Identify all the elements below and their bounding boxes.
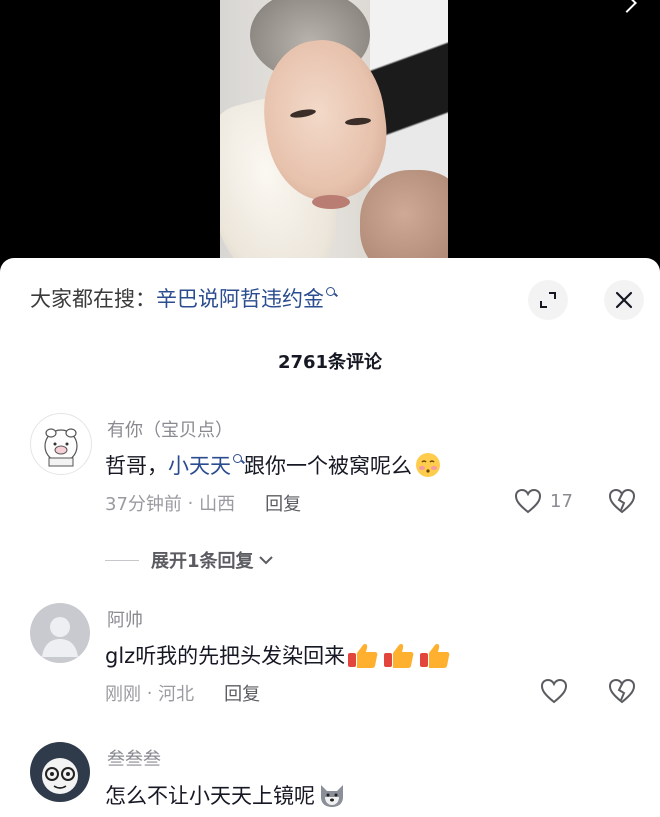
search-icon — [233, 453, 244, 465]
dog-face-emoji-icon — [317, 781, 347, 809]
dislike-button[interactable] — [608, 678, 636, 708]
expand-icon — [540, 292, 556, 308]
like-count: 17 — [550, 490, 573, 512]
mention-link[interactable]: 小天天 — [168, 450, 231, 480]
comment-sheet: 大家都在搜： 辛巴说阿哲违约金 2761条评论 有你（宝贝点） 哲哥， 小天天 … — [0, 258, 660, 817]
meta-separator: · — [181, 492, 200, 514]
comment-time: 刚刚 — [105, 684, 141, 705]
broken-heart-icon — [608, 678, 636, 704]
expand-button[interactable] — [528, 280, 568, 320]
comment-text: 哲哥， 小天天 跟你一个被窝呢么 — [105, 450, 442, 480]
comment-text: glz听我的先把头发染回来 — [105, 640, 455, 670]
expand-replies-button[interactable]: 展开1条回复 — [105, 547, 274, 573]
video-player[interactable] — [0, 0, 660, 275]
blushing-emoji-icon — [414, 451, 442, 479]
broken-heart-icon — [608, 488, 636, 514]
chevron-down-icon — [258, 556, 273, 565]
trending-search[interactable]: 大家都在搜： 辛巴说阿哲违约金 — [30, 282, 337, 314]
close-button[interactable] — [604, 280, 644, 320]
comment-count: 2761条评论 — [277, 352, 383, 373]
comment-text-after: 跟你一个被窝呢么 — [244, 454, 412, 478]
comment-location: 河北 — [158, 684, 195, 705]
comment-username[interactable]: 叁叁叁 — [107, 745, 161, 771]
video-thumbnail — [220, 0, 448, 262]
avatar-cartoon-icon — [42, 758, 78, 794]
comment-username[interactable]: 阿帅 — [107, 606, 143, 632]
avatar[interactable] — [30, 742, 90, 802]
heart-icon — [514, 488, 542, 514]
trending-search-prefix: 大家都在搜： — [30, 287, 156, 311]
chevron-down-icon[interactable] — [617, 0, 637, 13]
comment-time: 37分钟前 — [105, 494, 182, 515]
reply-button[interactable]: 回复 — [224, 680, 260, 706]
expand-replies-label: 展开1条回复 — [151, 551, 254, 572]
divider-line — [105, 559, 139, 561]
heart-icon — [540, 678, 568, 704]
comment-meta: 刚刚 · 河北 回复 — [105, 680, 260, 706]
like-button[interactable] — [540, 678, 568, 704]
comment-meta: 37分钟前 · 山西 回复 — [105, 490, 301, 516]
default-avatar-icon — [42, 617, 78, 657]
avatar[interactable] — [30, 603, 90, 663]
thumbs-up-emoji-icon — [347, 640, 455, 670]
close-icon — [615, 291, 633, 309]
avatar-pig-icon — [44, 428, 78, 467]
meta-separator: · — [141, 682, 159, 704]
comment-text-body: glz听我的先把头发染回来 — [105, 644, 346, 668]
comment-text-body: 怎么不让小天天上镜呢 — [105, 784, 315, 808]
comment-text-before: 哲哥， — [105, 454, 168, 478]
search-icon — [326, 286, 337, 298]
comment-username[interactable]: 有你（宝贝点） — [107, 416, 233, 442]
avatar[interactable] — [30, 413, 92, 475]
like-button[interactable]: 17 — [514, 488, 573, 514]
reply-button[interactable]: 回复 — [265, 490, 301, 516]
trending-search-term[interactable]: 辛巴说阿哲违约金 — [156, 283, 324, 313]
comment-location: 山西 — [199, 494, 236, 515]
comment-text: 怎么不让小天天上镜呢 — [105, 780, 347, 810]
dislike-button[interactable] — [608, 488, 636, 518]
